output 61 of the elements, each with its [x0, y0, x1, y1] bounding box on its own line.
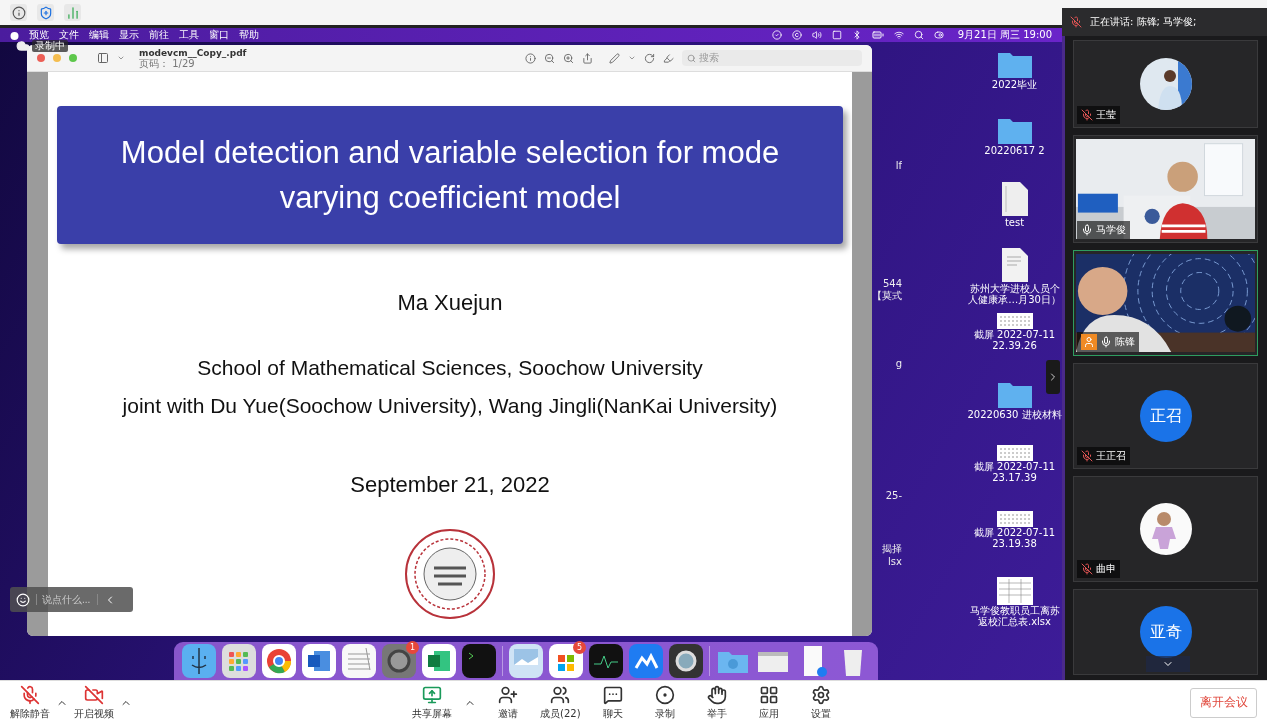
toolbar-button[interactable]: 解除静音: [10, 684, 50, 721]
menu-clock: 9月21日 周三 19:00: [957, 28, 1052, 42]
toolbar-button[interactable]: 聊天: [592, 684, 633, 721]
file-label: 2022毕业: [991, 79, 1038, 90]
page-number: 页码： 1/29: [139, 57, 195, 69]
cut-off-label: 揭择: [881, 542, 902, 556]
file-label: 人健康承…月30日）: [968, 294, 1061, 305]
notification-badge: 5: [573, 641, 586, 654]
participant-name: 王莹: [1096, 108, 1116, 122]
cut-off-label: lf: [894, 160, 902, 171]
toolbar-button[interactable]: 邀请: [488, 684, 528, 721]
cut-off-label: g: [894, 358, 902, 369]
menu-item[interactable]: 编辑: [89, 28, 109, 42]
toolbar-button[interactable]: 开启视频: [74, 684, 114, 721]
date: September 21, 2022: [350, 472, 550, 498]
toolbar-button[interactable]: 设置: [800, 684, 841, 721]
participant-name: 曲申: [1096, 562, 1116, 576]
author-name: Ma Xuejun: [397, 290, 503, 316]
file-label: 返校汇总表.xlsx: [978, 616, 1051, 627]
file-label: 马学俊教职员工离苏: [969, 605, 1060, 616]
speaking-label: 正在讲话: 陈锋; 马学俊;: [1090, 15, 1197, 29]
avatar: 亚奇: [1139, 606, 1192, 658]
file-label: 20220617 2: [984, 145, 1045, 156]
slide-title: Model detection and variable selection for mode: [120, 134, 780, 172]
leave-meeting-button[interactable]: 离开会议: [1190, 687, 1257, 718]
file-label: 截屏 2022-07-11: [973, 329, 1056, 340]
file-label: test: [1004, 217, 1025, 228]
slide-title: varying coefficient model: [279, 179, 621, 217]
affiliation: School of Mathematical Sciences, Soochow University: [197, 356, 703, 380]
file-name: modevcm__Copy_.pdf: [139, 47, 247, 58]
menu-item[interactable]: 文件: [59, 28, 79, 42]
file-label: 20220630 进校材料: [967, 409, 1062, 420]
menu-item[interactable]: 前往: [149, 28, 169, 42]
menu-item[interactable]: 预览: [29, 28, 49, 42]
chat-input[interactable]: 说点什么...: [36, 594, 98, 605]
file-label: 22.39.26: [992, 340, 1037, 351]
menu-item[interactable]: 窗口: [209, 28, 229, 42]
participant-name: 陈锋: [1115, 335, 1135, 349]
toolbar-button[interactable]: 应用: [748, 684, 789, 721]
toolbar-button[interactable]: 举手: [696, 684, 737, 721]
recording-label: 录制中: [32, 40, 68, 52]
toolbar-button[interactable]: 共享屏幕: [412, 684, 452, 721]
file-label: 23.17.39: [992, 472, 1037, 483]
cut-off-label: lsx: [887, 556, 902, 567]
participant-name: 马学俊: [1096, 223, 1126, 237]
avatar: 正召: [1139, 390, 1192, 442]
notification-badge: 1: [406, 641, 419, 654]
toolbar-button[interactable]: 成员(22): [540, 684, 581, 721]
menu-item[interactable]: 工具: [179, 28, 199, 42]
cut-off-label: 莫式】: [872, 289, 902, 303]
coauthors: joint with Du Yue(Soochow University), Wang Jingli(NanKai University): [122, 394, 778, 418]
cut-off-label: 544: [881, 278, 902, 289]
file-label: 苏州大学进校人员个: [969, 283, 1060, 294]
cut-off-label: -25: [884, 490, 902, 501]
participant-name: 王正召: [1096, 449, 1126, 463]
menu-item[interactable]: 显示: [119, 28, 139, 42]
file-label: 23.19.38: [992, 538, 1037, 549]
menu-item[interactable]: 帮助: [239, 28, 259, 42]
toolbar-button[interactable]: 录制: [644, 684, 685, 721]
file-label: 截屏 2022-07-11: [973, 461, 1056, 472]
file-label: 截屏 2022-07-11: [973, 527, 1056, 538]
